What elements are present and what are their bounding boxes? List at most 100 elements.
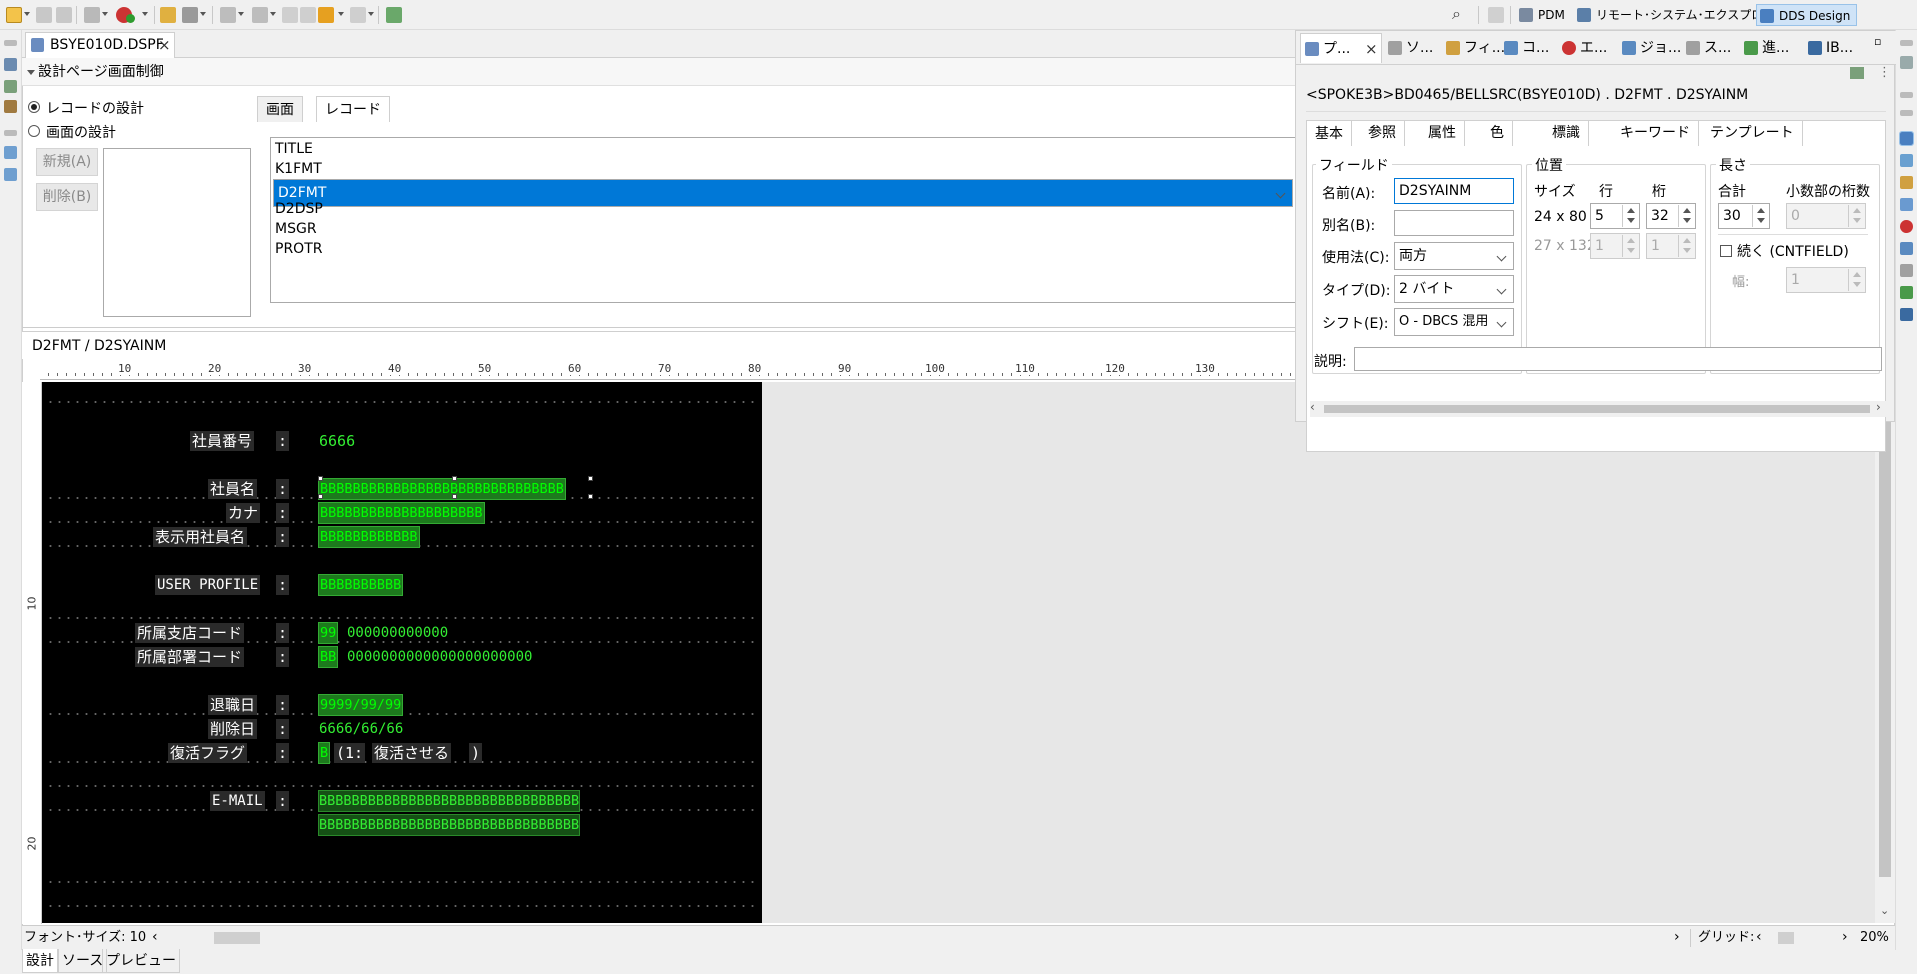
wand-icon[interactable]	[182, 7, 198, 23]
ibm-view-icon[interactable]	[1900, 308, 1913, 321]
stepper-arrows-icon[interactable]	[1622, 235, 1638, 257]
scrollbar-thumb[interactable]	[1324, 405, 1870, 413]
perspective-dds-design[interactable]: DDS Design	[1756, 4, 1858, 26]
grid-slider[interactable]	[1778, 932, 1794, 944]
emp-no-field[interactable]: 6666	[319, 431, 355, 451]
error-view-icon[interactable]	[1900, 220, 1913, 233]
tab-source[interactable]: ソ...	[1384, 33, 1446, 63]
remote-systems-icon[interactable]	[4, 58, 17, 71]
colon-label[interactable]: :	[276, 791, 290, 811]
restore-icon[interactable]	[4, 40, 17, 46]
screen-design-radio[interactable]	[28, 125, 40, 137]
selection-handle[interactable]	[318, 476, 323, 481]
name-input[interactable]: D2SYAINM	[1394, 178, 1514, 204]
row-stepper-2[interactable]: 1	[1590, 233, 1640, 259]
perspective-pdm[interactable]: PDM	[1516, 4, 1565, 26]
grid-increase-icon[interactable]: ›	[1842, 925, 1848, 949]
forward-icon[interactable]	[350, 7, 366, 23]
spool-view-icon[interactable]	[1900, 264, 1913, 277]
editor-tab[interactable]: BSYE010D.DSPF ×	[25, 32, 175, 58]
retire-label[interactable]: 退職日	[208, 695, 258, 715]
stepper-arrows-icon[interactable]	[1678, 235, 1694, 257]
usage-select[interactable]: 両方	[1394, 242, 1514, 270]
col-stepper[interactable]: 32	[1646, 203, 1696, 229]
open-perspective-icon[interactable]	[1488, 7, 1504, 23]
horizontal-scrollbar[interactable]: ‹ ›	[1310, 400, 1886, 417]
colon-label[interactable]: :	[276, 431, 290, 451]
colon-label[interactable]: :	[276, 575, 290, 595]
tab-source-page[interactable]: ソース	[58, 949, 108, 973]
email-label[interactable]: E-MAIL	[210, 791, 265, 811]
outline-icon[interactable]	[4, 146, 17, 159]
list-item[interactable]: TITLE	[273, 139, 1293, 159]
width-stepper[interactable]: 1	[1786, 267, 1866, 293]
stepper-arrows-icon[interactable]	[1752, 205, 1768, 227]
total-stepper[interactable]: 30	[1718, 203, 1770, 229]
row-stepper[interactable]: 5	[1590, 203, 1640, 229]
colon-label[interactable]: :	[276, 503, 290, 523]
tab-record[interactable]: レコード	[316, 96, 390, 122]
back-icon[interactable]	[318, 7, 334, 23]
selection-handle[interactable]	[452, 494, 457, 499]
continue-checkbox[interactable]	[1720, 245, 1732, 257]
pin-view-icon[interactable]	[1850, 67, 1864, 79]
kana-label[interactable]: カナ	[226, 503, 261, 523]
restore-icon[interactable]	[1900, 92, 1913, 98]
colon-label[interactable]: :	[276, 719, 290, 739]
disp-name-field[interactable]: BBBBBBBBBBBB	[318, 526, 420, 548]
list-item[interactable]: MSGR	[273, 219, 1293, 239]
command-view-icon[interactable]	[1900, 198, 1913, 211]
delete-date-field[interactable]: 6666/66/66	[319, 719, 403, 739]
record-list[interactable]: TITLE K1FMT D2FMT D2DSP MSGR PROTR	[270, 137, 1295, 303]
subtab-reference[interactable]: 参照	[1360, 120, 1405, 146]
close-icon[interactable]: ×	[1365, 42, 1378, 57]
stepper-arrows-icon[interactable]	[1622, 205, 1638, 227]
progress-view-icon[interactable]	[1900, 286, 1913, 299]
tab-ibm[interactable]: IB...	[1804, 33, 1866, 63]
tab-command[interactable]: コ...	[1500, 33, 1562, 63]
type-select[interactable]: 2 バイト	[1394, 275, 1514, 303]
scroll-left-icon[interactable]: ‹	[1310, 400, 1315, 414]
close-icon[interactable]: ×	[158, 38, 171, 53]
user-profile-field[interactable]: BBBBBBBBBB	[317, 574, 404, 596]
tab-spool[interactable]: ス...	[1682, 33, 1744, 63]
delete-label[interactable]: 削除日	[208, 719, 258, 739]
list-item[interactable]: PROTR	[273, 239, 1293, 259]
subtab-indicator[interactable]: 標識	[1544, 120, 1589, 146]
subtab-color[interactable]: 色	[1482, 120, 1513, 146]
tab-screen[interactable]: 画面	[257, 96, 303, 122]
splitter[interactable]	[22, 322, 1295, 328]
selection-handle[interactable]	[452, 476, 457, 481]
email-field-1[interactable]: BBBBBBBBBBBBBBBBBBBBBBBBBBBBBBBB	[317, 790, 581, 812]
revive-flag-field[interactable]: B	[317, 742, 331, 764]
colon-label[interactable]: :	[276, 479, 290, 499]
back-dropdown-icon[interactable]	[338, 12, 344, 16]
branch-label[interactable]: 所属支店コード	[135, 623, 245, 643]
revive-hint-close[interactable]: )	[469, 743, 483, 763]
restore-icon[interactable]	[1900, 110, 1913, 116]
selection-handle[interactable]	[318, 494, 323, 499]
emp-no-label[interactable]: 社員番号	[190, 431, 255, 451]
scroll-left-icon[interactable]: ‹	[152, 925, 158, 949]
tab-job[interactable]: ジョ...	[1618, 33, 1680, 63]
selection-handle[interactable]	[588, 494, 593, 499]
emp-name-field[interactable]: BBBBBBBBBBBBBBBBBBBBBBBBBBBBBB	[318, 478, 566, 500]
selection-handle[interactable]	[588, 476, 593, 481]
refactor-dropdown-icon[interactable]	[102, 12, 108, 16]
run-dropdown-icon[interactable]	[142, 12, 148, 16]
subtab-basic[interactable]: 基本	[1306, 120, 1352, 146]
subtab-template[interactable]: テンプレート	[1702, 120, 1803, 146]
restore-icon[interactable]	[1900, 40, 1913, 46]
subtab-attribute[interactable]: 属性	[1420, 120, 1465, 146]
tab-preview[interactable]: プレビュー	[102, 949, 180, 973]
down-dropdown-icon[interactable]	[238, 12, 244, 16]
retire-date-field[interactable]: 9999/99/99	[317, 694, 404, 716]
save-all-icon[interactable]	[56, 7, 72, 23]
emp-name-label[interactable]: 社員名	[208, 479, 258, 499]
hierarchy-icon[interactable]	[4, 168, 17, 181]
shift-select[interactable]: O - DBCS 混用	[1394, 308, 1514, 336]
field-view-icon[interactable]	[1900, 176, 1913, 189]
colon-label[interactable]: :	[276, 695, 290, 715]
restore-icon[interactable]: ▫	[1874, 35, 1881, 48]
refactor-icon[interactable]	[84, 7, 100, 23]
